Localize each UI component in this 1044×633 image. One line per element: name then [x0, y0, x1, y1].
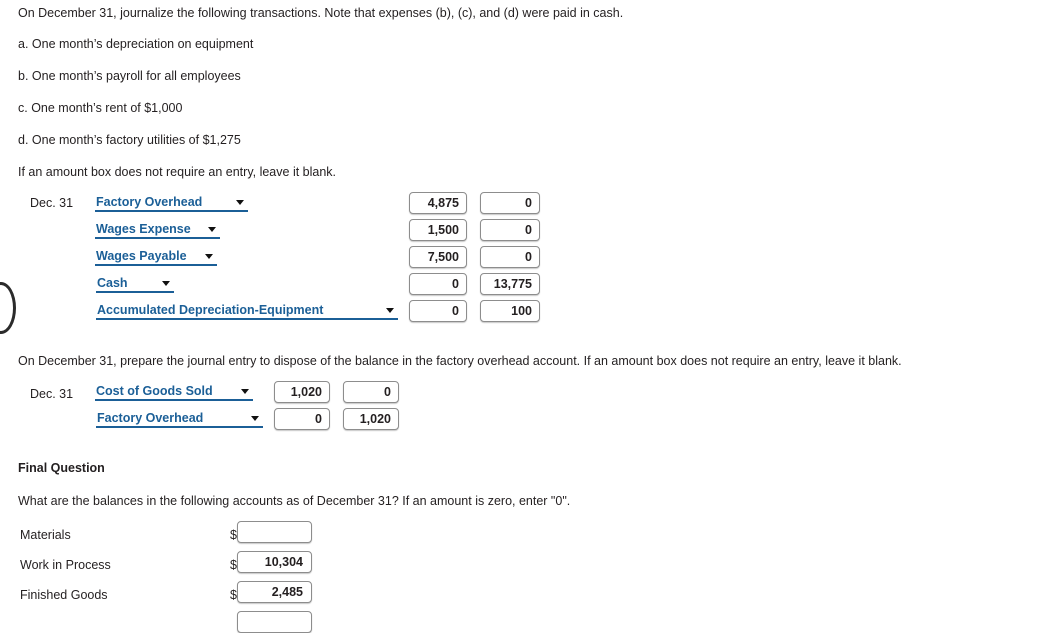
chevron-down-icon [208, 227, 216, 232]
account-select-cash[interactable]: Cash [96, 275, 174, 293]
credit-amount-box[interactable]: 13,775 [480, 273, 540, 295]
account-select-label: Factory Overhead [97, 411, 204, 425]
journal-2-date-label: Dec. 31 [30, 387, 74, 401]
debit-amount-box[interactable]: 1,020 [274, 381, 330, 403]
chevron-down-icon [241, 389, 249, 394]
account-select-label: Wages Payable [96, 249, 187, 263]
page-edge-arc-artifact [0, 282, 16, 334]
debit-amount-box[interactable]: 0 [409, 300, 467, 322]
account-select-label: Accumulated Depreciation-Equipment [97, 303, 324, 317]
chevron-down-icon [205, 254, 213, 259]
account-select-label: Cash [97, 276, 128, 290]
final-question-heading: Final Question [18, 461, 105, 475]
debit-amount-box[interactable]: 0 [409, 273, 467, 295]
account-select-wages-payable[interactable]: Wages Payable [95, 248, 217, 266]
credit-amount-box[interactable]: 0 [480, 192, 540, 214]
account-select-factory-overhead-2[interactable]: Factory Overhead [96, 410, 263, 428]
account-select-label: Wages Expense [96, 222, 191, 236]
chevron-down-icon [162, 281, 170, 286]
balance-amount-box[interactable] [237, 521, 312, 543]
credit-amount-box[interactable]: 0 [480, 219, 540, 241]
debit-amount-box[interactable]: 7,500 [409, 246, 467, 268]
blank-entry-note: If an amount box does not require an ent… [18, 165, 337, 179]
account-select-label: Cost of Goods Sold [96, 384, 213, 398]
debit-amount-box[interactable]: 0 [274, 408, 330, 430]
account-select-cost-of-goods-sold[interactable]: Cost of Goods Sold [95, 383, 253, 401]
credit-amount-box[interactable]: 0 [343, 381, 399, 403]
credit-amount-box[interactable]: 1,020 [343, 408, 399, 430]
currency-symbol: $ [230, 558, 237, 572]
account-select-label: Factory Overhead [96, 195, 203, 209]
account-select-accumulated-depreciation-equipment[interactable]: Accumulated Depreciation-Equipment [96, 302, 398, 320]
journal-1-date-label: Dec. 31 [30, 196, 74, 210]
transaction-item-c: c. One month’s rent of $1,000 [18, 101, 183, 115]
balance-label: Work in Process [20, 558, 111, 572]
balance-label: Finished Goods [20, 588, 108, 602]
balance-amount-box[interactable]: 2,485 [237, 581, 312, 603]
journalize-intro-text: On December 31, journalize the following… [18, 6, 624, 20]
dispose-balance-prompt: On December 31, prepare the journal entr… [18, 354, 902, 368]
final-question-prompt: What are the balances in the following a… [18, 494, 571, 508]
transaction-item-a: a. One month’s depreciation on equipment [18, 37, 254, 51]
debit-amount-box[interactable]: 1,500 [409, 219, 467, 241]
currency-symbol: $ [230, 528, 237, 542]
balance-label: Materials [20, 528, 71, 542]
account-select-factory-overhead[interactable]: Factory Overhead [95, 194, 248, 212]
chevron-down-icon [251, 416, 259, 421]
debit-amount-box[interactable]: 4,875 [409, 192, 467, 214]
credit-amount-box[interactable]: 100 [480, 300, 540, 322]
account-select-wages-expense[interactable]: Wages Expense [95, 221, 220, 239]
currency-symbol: $ [230, 588, 237, 602]
balance-amount-box[interactable] [237, 611, 312, 633]
transaction-item-b: b. One month’s payroll for all employees [18, 69, 241, 83]
credit-amount-box[interactable]: 0 [480, 246, 540, 268]
chevron-down-icon [386, 308, 394, 313]
chevron-down-icon [236, 200, 244, 205]
transaction-item-d: d. One month’s factory utilities of $1,2… [18, 133, 241, 147]
balance-amount-box[interactable]: 10,304 [237, 551, 312, 573]
